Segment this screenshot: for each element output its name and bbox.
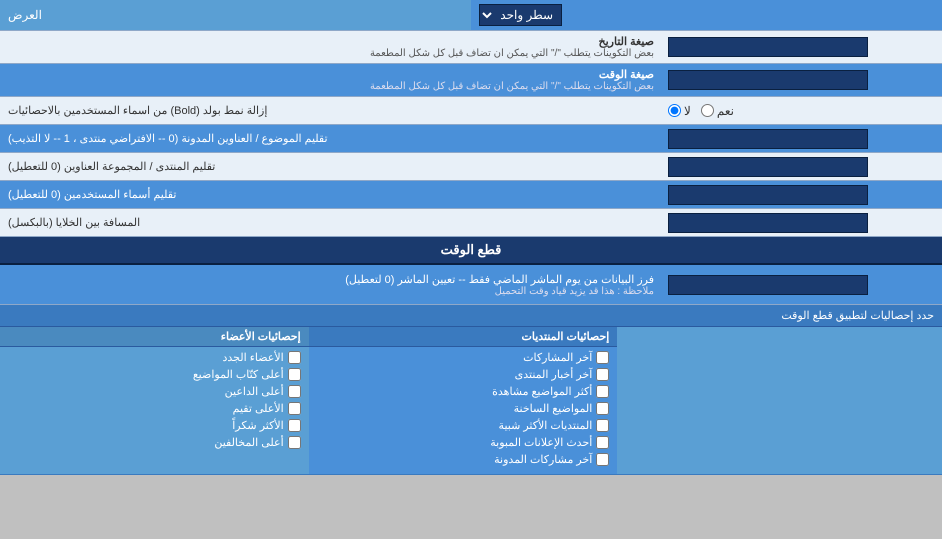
check-top-rated: الأعلى تقيم bbox=[8, 402, 301, 415]
row-bold-remove: نعم لا إزالة نمط بولد (Bold) من اسماء ال… bbox=[0, 97, 942, 125]
check-blog-posts: آخر مشاركات المدونة bbox=[317, 453, 610, 466]
bold-remove-label: إزالة نمط بولد (Bold) من اسماء المستخدمي… bbox=[0, 97, 662, 124]
cell-spacing-input[interactable]: 2 bbox=[668, 213, 868, 233]
radio-no[interactable] bbox=[668, 104, 681, 117]
checkbox-blog-posts[interactable] bbox=[596, 453, 609, 466]
checkbox-latest-classifieds[interactable] bbox=[596, 436, 609, 449]
row-display: سطر واحد العرض bbox=[0, 0, 942, 31]
check-hot-topics: المواضيع الساخنة bbox=[317, 402, 610, 415]
radio-no-label: لا bbox=[668, 104, 691, 118]
display-label: العرض bbox=[0, 0, 471, 30]
title-trim-label: تقليم الموضوع / العناوين المدونة (0 -- ا… bbox=[0, 125, 662, 152]
col-forum-stats: إحصائيات المنتديات آخر المشاركات آخر أخب… bbox=[309, 327, 618, 474]
row-forum-trim: 33 تقليم المنتدى / المجموعة العناوين (0 … bbox=[0, 153, 942, 181]
check-top-violators: أعلى المخالفين bbox=[8, 436, 301, 449]
display-select[interactable]: سطر واحد bbox=[479, 4, 562, 26]
checkbox-latest-posts[interactable] bbox=[596, 351, 609, 364]
checkbox-new-members[interactable] bbox=[288, 351, 301, 364]
col-forum-stats-header: إحصائيات المنتديات bbox=[309, 327, 618, 347]
row-user-trim: 0 تقليم أسماء المستخدمين (0 للتعطيل) bbox=[0, 181, 942, 209]
row-date-format: d-m صيغة التاريخ بعض التكوينات يتطلب "/"… bbox=[0, 31, 942, 64]
check-latest-classifieds: أحدث الإعلانات المبوبة bbox=[317, 436, 610, 449]
col-forum-checkboxes: آخر المشاركات آخر أخبار المنتدى أكثر الم… bbox=[309, 347, 618, 474]
row-time-cutoff-filter: 0 فرز البيانات من يوم الماشر الماضي فقط … bbox=[0, 265, 942, 305]
cell-spacing-label: المسافة بين الخلايا (بالبكسل) bbox=[0, 209, 662, 236]
cell-spacing-cell: 2 bbox=[662, 209, 942, 236]
row-cell-spacing: 2 المسافة بين الخلايا (بالبكسل) bbox=[0, 209, 942, 237]
time-cutoff-section-header: قطع الوقت bbox=[0, 237, 942, 265]
check-most-thanks: الأكثر شكراً bbox=[8, 419, 301, 432]
user-trim-cell: 0 bbox=[662, 181, 942, 208]
checkbox-hot-topics[interactable] bbox=[596, 402, 609, 415]
forum-trim-input[interactable]: 33 bbox=[668, 157, 868, 177]
user-trim-label: تقليم أسماء المستخدمين (0 للتعطيل) bbox=[0, 181, 662, 208]
checkbox-most-viewed[interactable] bbox=[596, 385, 609, 398]
bold-radio-cell: نعم لا bbox=[662, 97, 942, 124]
check-top-posters: أعلى كتّاب المواضيع bbox=[8, 368, 301, 381]
col-member-stats-header: إحصائيات الأعضاء bbox=[0, 327, 309, 347]
title-trim-input[interactable]: 33 bbox=[668, 129, 868, 149]
title-trim-cell: 33 bbox=[662, 125, 942, 152]
checkbox-top-rated[interactable] bbox=[288, 402, 301, 415]
check-latest-posts: آخر المشاركات bbox=[317, 351, 610, 364]
time-cutoff-input-cell: 0 bbox=[662, 265, 942, 304]
checkbox-forum-news[interactable] bbox=[596, 368, 609, 381]
check-new-members: الأعضاء الجدد bbox=[8, 351, 301, 364]
row-title-trim: 33 تقليم الموضوع / العناوين المدونة (0 -… bbox=[0, 125, 942, 153]
time-format-input[interactable]: H:i bbox=[668, 70, 868, 90]
empty-left bbox=[617, 327, 942, 474]
radio-yes[interactable] bbox=[701, 104, 714, 117]
check-most-like-forums: المنتديات الأكثر شبية bbox=[317, 419, 610, 432]
date-label: صيغة التاريخ بعض التكوينات يتطلب "/" الت… bbox=[0, 31, 662, 63]
user-trim-input[interactable]: 0 bbox=[668, 185, 868, 205]
time-input-cell: H:i bbox=[662, 64, 942, 96]
check-most-viewed: أكثر المواضيع مشاهدة bbox=[317, 385, 610, 398]
check-top-inviters: أعلى الداعين bbox=[8, 385, 301, 398]
row-time-format: H:i صيغة الوقت بعض التكوينات يتطلب "/" ا… bbox=[0, 64, 942, 97]
radio-yes-label: نعم bbox=[701, 104, 734, 118]
time-cutoff-input[interactable]: 0 bbox=[668, 275, 868, 295]
time-cutoff-label: فرز البيانات من يوم الماشر الماضي فقط --… bbox=[0, 265, 662, 304]
check-forum-news: آخر أخبار المنتدى bbox=[317, 368, 610, 381]
checkbox-top-violators[interactable] bbox=[288, 436, 301, 449]
forum-trim-label: تقليم المنتدى / المجموعة العناوين (0 للت… bbox=[0, 153, 662, 180]
forum-trim-cell: 33 bbox=[662, 153, 942, 180]
date-format-input[interactable]: d-m bbox=[668, 37, 868, 57]
checkbox-top-posters[interactable] bbox=[288, 368, 301, 381]
date-input-cell: d-m bbox=[662, 31, 942, 63]
display-input-cell: سطر واحد bbox=[471, 0, 942, 30]
checkboxes-area: إحصائيات المنتديات آخر المشاركات آخر أخب… bbox=[0, 327, 942, 475]
col-member-stats: إحصائيات الأعضاء الأعضاء الجدد أعلى كتّا… bbox=[0, 327, 309, 474]
checkbox-top-inviters[interactable] bbox=[288, 385, 301, 398]
checkbox-most-thanks[interactable] bbox=[288, 419, 301, 432]
checkbox-most-like-forums[interactable] bbox=[596, 419, 609, 432]
time-label: صيغة الوقت بعض التكوينات يتطلب "/" التي … bbox=[0, 64, 662, 96]
stats-cutoff-label: حدد إحصاليات لتطبيق قطع الوقت bbox=[0, 305, 942, 327]
col-member-checkboxes: الأعضاء الجدد أعلى كتّاب المواضيع أعلى ا… bbox=[0, 347, 309, 457]
